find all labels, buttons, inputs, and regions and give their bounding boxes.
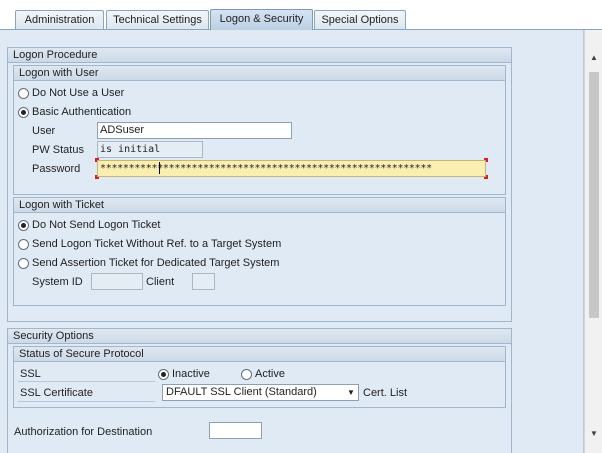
- security-options-group: Security Options Status of Secure Protoc…: [7, 328, 512, 453]
- system-id-field[interactable]: [91, 273, 143, 290]
- secure-protocol-title: Status of Secure Protocol: [14, 347, 505, 362]
- logon-with-user-group: Logon with User Do Not Use a User Basic …: [13, 65, 506, 195]
- content-panel: Logon Procedure Logon with User Do Not U…: [0, 30, 584, 453]
- required-marker-icon: [484, 175, 488, 179]
- required-marker-icon: [95, 158, 99, 162]
- scrollbar-thumb[interactable]: [589, 72, 599, 318]
- logon-procedure-title: Logon Procedure: [8, 48, 511, 63]
- radio-ssl-inactive[interactable]: [158, 369, 169, 380]
- logon-procedure-group: Logon Procedure Logon with User Do Not U…: [7, 47, 512, 322]
- pw-status-field: is initial: [97, 141, 203, 158]
- row-separator: [18, 381, 155, 382]
- radio-do-not-send-ticket[interactable]: [18, 220, 29, 231]
- pw-status-label: PW Status: [32, 144, 84, 156]
- radio-label-send-ticket-without-ref: Send Logon Ticket Without Ref. to a Targ…: [32, 238, 282, 250]
- radio-label-ssl-active: Active: [255, 368, 285, 380]
- radio-do-not-use-user[interactable]: [18, 88, 29, 99]
- radio-basic-authentication[interactable]: [18, 107, 29, 118]
- user-label: User: [32, 125, 56, 137]
- tab-technical-settings[interactable]: Technical Settings: [106, 10, 209, 30]
- ssl-certificate-value: DFAULT SSL Client (Standard): [166, 386, 317, 398]
- system-id-label: System ID: [32, 276, 83, 288]
- radio-send-ticket-without-ref[interactable]: [18, 239, 29, 250]
- radio-label-send-assertion-ticket: Send Assertion Ticket for Dedicated Targ…: [32, 257, 280, 269]
- radio-label-basic-authentication: Basic Authentication: [32, 106, 132, 118]
- user-input[interactable]: ADSuser: [97, 122, 292, 139]
- radio-ssl-active[interactable]: [241, 369, 252, 380]
- tab-strip: Administration Technical Settings Logon …: [0, 0, 602, 30]
- text-cursor: [159, 162, 160, 174]
- radio-label-do-not-use-user: Do Not Use a User: [32, 87, 125, 99]
- client-field[interactable]: [192, 273, 215, 290]
- required-marker-icon: [484, 158, 488, 162]
- ssl-label: SSL: [20, 368, 41, 380]
- auth-destination-label: Authorization for Destination: [14, 426, 153, 438]
- radio-send-assertion-ticket[interactable]: [18, 258, 29, 269]
- radio-label-do-not-send-ticket: Do Not Send Logon Ticket: [32, 219, 161, 231]
- client-label: Client: [146, 276, 175, 288]
- ssl-certificate-dropdown[interactable]: DFAULT SSL Client (Standard) ▼: [162, 384, 359, 401]
- radio-label-ssl-inactive: Inactive: [172, 368, 210, 380]
- cert-list-link[interactable]: Cert. List: [363, 387, 407, 400]
- ssl-certificate-label: SSL Certificate: [20, 387, 93, 399]
- tab-special-options[interactable]: Special Options: [314, 10, 406, 30]
- row-separator: [18, 401, 155, 402]
- vertical-scrollbar[interactable]: ▲ ▼: [584, 30, 602, 453]
- password-label: Password: [32, 163, 81, 175]
- tab-logon-security[interactable]: Logon & Security: [210, 9, 313, 30]
- secure-protocol-group: Status of Secure Protocol SSL Inactive A…: [13, 346, 506, 408]
- password-input[interactable]: ****************************************…: [97, 160, 486, 177]
- auth-destination-input[interactable]: [209, 422, 262, 439]
- required-marker-icon: [95, 175, 99, 179]
- scroll-down-icon[interactable]: ▼: [586, 426, 602, 442]
- logon-with-ticket-group: Logon with Ticket Do Not Send Logon Tick…: [13, 197, 506, 306]
- logon-with-ticket-title: Logon with Ticket: [14, 198, 505, 213]
- logon-with-user-title: Logon with User: [14, 66, 505, 81]
- scroll-up-icon[interactable]: ▲: [586, 50, 602, 66]
- tab-administration[interactable]: Administration: [15, 10, 104, 30]
- chevron-down-icon[interactable]: ▼: [346, 387, 356, 398]
- security-options-title: Security Options: [8, 329, 511, 344]
